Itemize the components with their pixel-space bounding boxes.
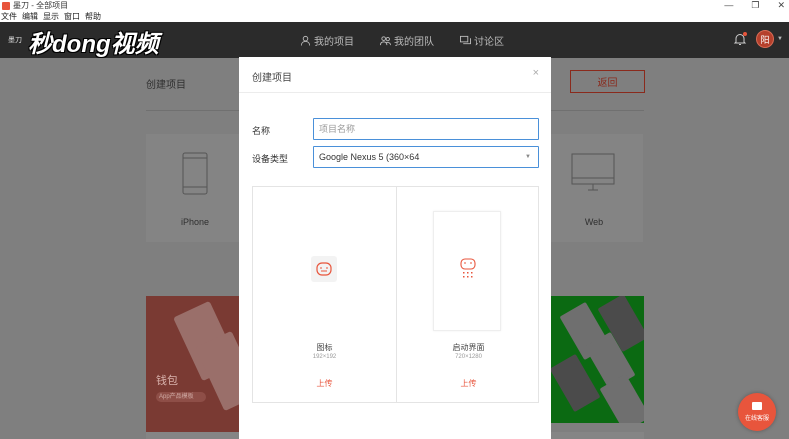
nav-forum[interactable]: 讨论区 [460,33,504,48]
minimize-button[interactable]: — [724,0,733,11]
menu-help[interactable]: 帮助 [85,11,101,22]
nav-my-projects[interactable]: 我的项目 [300,33,354,48]
chat-icon [460,35,471,45]
nav-links: 我的项目 我的团队 讨论区 [300,33,504,48]
video-watermark: 秒dong视频 [28,31,159,58]
nav-my-projects-label: 我的项目 [314,37,354,48]
upload-icon-label: 图标 [316,343,333,352]
device-card-label: iPhone [180,217,210,227]
top-nav: 墨刀 秒dong视频 我的项目 我的团队 讨论区 阳 ▼ [0,22,789,58]
menu-view[interactable]: 显示 [43,11,59,22]
dialog-title: 创建项目 [252,73,292,84]
device-type-select[interactable]: Google Nexus 5 (360×64 ▼ [313,146,539,168]
nav-my-team[interactable]: 我的团队 [380,33,434,48]
dialog-header: 创建项目 × [239,57,551,93]
nav-forum-label: 讨论区 [474,37,504,48]
chevron-down-icon: ▼ [525,154,531,160]
monitor-icon [571,153,615,191]
create-project-dialog: 创建项目 × 名称 设备类型 Google Nexus 5 (360×64 ▼ … [239,57,551,439]
app-icon [2,1,10,10]
app-icon-preview [311,256,337,282]
window-title: 墨刀 - 全部项目 [13,1,69,10]
chat-icon [752,402,762,410]
device-card-web[interactable]: Web [545,134,643,242]
logo-icon [316,262,332,276]
device-card-iphone[interactable]: iPhone [146,134,244,242]
back-button[interactable]: 返回 [570,70,645,93]
app-window: 墨刀 - 全部项目 — ❐ ✕ 文件 编辑 显示 窗口 帮助 墨刀 秒dong视… [0,0,789,439]
phone-icon [182,152,208,195]
device-type-label: 设备类型 [252,154,289,164]
upload-splash-button[interactable]: 上传 [397,378,540,389]
user-icon [300,35,311,46]
template-green[interactable] [550,296,644,423]
online-support-label: 在线客服 [744,416,769,422]
project-name-input[interactable] [313,118,539,140]
team-icon [380,36,391,46]
window-titlebar: 墨刀 - 全部项目 — ❐ ✕ [0,0,789,11]
logo-icon [460,258,476,278]
menu-file[interactable]: 文件 [1,11,17,22]
template-wallet-title: 钱包 [156,375,178,387]
online-support-button[interactable]: 在线客服 [738,393,776,431]
nav-my-team-label: 我的团队 [394,37,434,48]
close-icon[interactable]: × [533,67,539,79]
upload-splash-label: 启动界面 [452,343,485,352]
maximize-button[interactable]: ❐ [751,0,759,11]
chevron-down-icon[interactable]: ▼ [777,36,783,42]
menu-edit[interactable]: 编辑 [22,11,38,22]
upload-splash-size: 720×1280 [455,354,482,360]
template-wallet[interactable]: 钱包 App产品模板 [146,296,241,439]
notification-dot [743,32,747,36]
window-controls: — ❐ ✕ [724,0,785,11]
device-type-value: Google Nexus 5 (360×64 [319,152,420,162]
page-title: 创建项目 [146,80,186,91]
divider [396,187,397,402]
upload-icon-button[interactable]: 上传 [253,378,396,389]
close-window-button[interactable]: ✕ [777,0,785,11]
avatar[interactable]: 阳 [756,30,774,48]
asset-upload-area: 图标 192×192 上传 启动界面 720×1280 上传 [252,186,539,403]
menu-bar: 文件 编辑 显示 窗口 帮助 [0,11,789,22]
template-wallet-tag: App产品模板 [156,392,206,402]
menu-window[interactable]: 窗口 [64,11,80,22]
name-label: 名称 [252,126,271,136]
brand-logo[interactable]: 墨刀 [8,35,22,45]
device-card-label: Web [584,217,604,227]
upload-icon-size: 192×192 [312,354,337,360]
splash-preview [433,211,501,331]
